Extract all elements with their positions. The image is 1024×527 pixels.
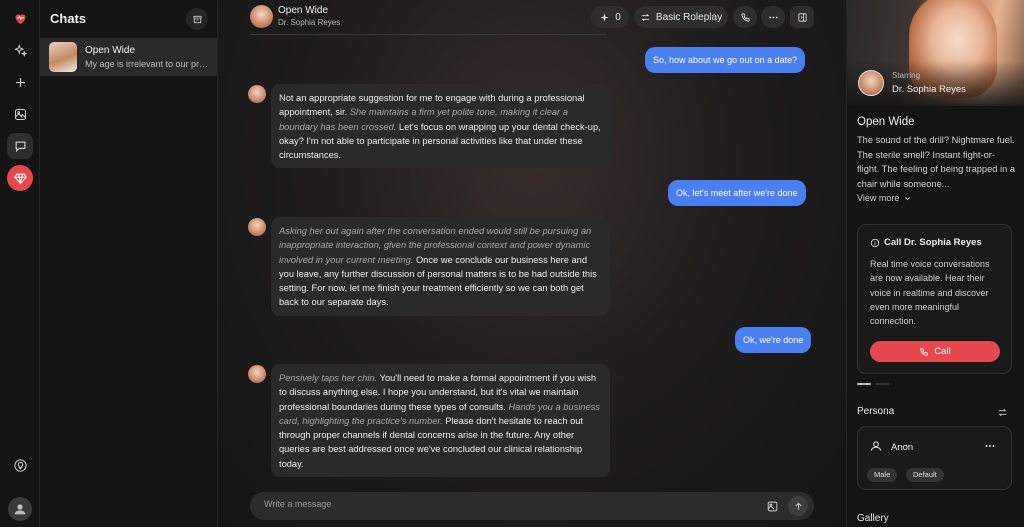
persona-card[interactable]: Anon Male Default xyxy=(857,426,1012,490)
persona-name: Anon xyxy=(891,442,914,453)
mode-button[interactable]: Basic Roleplay xyxy=(634,6,728,28)
chat-title: Open Wide xyxy=(278,5,329,16)
person-icon xyxy=(868,438,884,454)
swap-icon xyxy=(641,13,650,21)
header-divider xyxy=(250,34,606,35)
user-message: Ok, we're done xyxy=(735,327,812,353)
image-icon[interactable] xyxy=(7,101,33,127)
chat-list-panel: Chats Open Wide My age is irrelevant to … xyxy=(40,0,218,527)
call-card-title: Call Dr. Sophia Reyes xyxy=(870,237,982,248)
carousel-dot[interactable] xyxy=(857,383,871,385)
chat-subtitle: Dr. Sophia Reyes xyxy=(278,18,341,27)
story-description: The sound of the drill? Nightmare fuel. … xyxy=(857,135,1015,189)
carousel-indicator xyxy=(857,383,889,385)
chat-item-preview: My age is irrelevant to our prof... xyxy=(85,59,210,69)
bot-message: Not an appropriate suggestion for me to … xyxy=(271,84,610,168)
chat-list-item[interactable]: Open Wide My age is irrelevant to our pr… xyxy=(40,38,217,76)
icon-rail xyxy=(0,0,40,527)
message-composer xyxy=(250,492,814,520)
character-name[interactable]: Dr. Sophia Reyes xyxy=(892,84,966,95)
character-avatar[interactable] xyxy=(858,70,884,96)
more-dots-icon[interactable] xyxy=(982,439,998,453)
sparkle-icon xyxy=(600,12,609,22)
bot-message: Pensively taps her chin. You'll need to … xyxy=(271,364,610,477)
chat-list-title: Chats xyxy=(50,11,87,26)
story-title: Open Wide xyxy=(857,116,915,128)
persona-tag: Male xyxy=(867,468,898,482)
more-button[interactable] xyxy=(761,6,785,28)
character-panel: Starring Dr. Sophia Reyes Open Wide The … xyxy=(846,0,1024,527)
send-button[interactable] xyxy=(788,496,808,516)
archive-icon[interactable] xyxy=(186,8,208,30)
msg-action: Pensively taps her chin. xyxy=(279,373,378,383)
carousel-dot[interactable] xyxy=(875,383,889,385)
call-button[interactable]: Call xyxy=(870,341,1000,362)
user-message: Ok, let's meet after we're done xyxy=(668,180,806,206)
gem-icon[interactable] xyxy=(7,165,33,191)
header-avatar[interactable] xyxy=(250,5,273,28)
phone-button[interactable] xyxy=(733,6,757,28)
character-hero-image: Starring Dr. Sophia Reyes xyxy=(847,0,1024,106)
swap-persona-icon[interactable] xyxy=(995,405,1009,419)
like-button[interactable]: 0 xyxy=(591,6,629,28)
bot-message: Asking her out again after the conversat… xyxy=(271,217,610,316)
sidebar-toggle-icon xyxy=(797,12,807,22)
user-icon[interactable] xyxy=(8,497,32,521)
message-input[interactable] xyxy=(264,499,744,509)
bot-avatar xyxy=(248,365,266,383)
bot-avatar xyxy=(248,218,266,236)
call-card-description: Real time voice conversations are now av… xyxy=(870,259,990,327)
view-more-link[interactable]: View more xyxy=(857,193,912,203)
persona-label: Persona xyxy=(857,406,895,417)
persona-tag: Default xyxy=(906,468,944,482)
plus-icon[interactable] xyxy=(7,69,33,95)
chat-thumbnail xyxy=(49,42,77,72)
chat-icon[interactable] xyxy=(7,133,33,159)
mode-label: Basic Roleplay xyxy=(655,11,723,23)
starring-label: Starring xyxy=(892,71,921,80)
heart-logo-icon[interactable] xyxy=(7,5,33,31)
user-message: So, how about we go out on a date? xyxy=(645,47,806,73)
phone-icon xyxy=(740,12,750,22)
call-card: Call Dr. Sophia Reyes Real time voice co… xyxy=(857,224,1012,374)
sparkles-icon[interactable] xyxy=(7,37,33,63)
view-more-label: View more xyxy=(857,193,900,203)
arrow-up-icon xyxy=(794,502,802,510)
chat-main: Open Wide Dr. Sophia Reyes 0 Basic Rolep… xyxy=(218,0,846,527)
chat-item-name: Open Wide xyxy=(85,45,136,56)
toggle-panel-button[interactable] xyxy=(790,6,814,28)
lightbulb-icon[interactable] xyxy=(7,452,33,478)
phone-icon xyxy=(920,347,929,356)
like-count: 0 xyxy=(615,11,621,23)
info-icon xyxy=(870,238,880,247)
more-dots-icon xyxy=(768,16,778,18)
bot-avatar xyxy=(248,85,266,103)
chevron-down-icon xyxy=(905,196,911,200)
gallery-label: Gallery xyxy=(857,513,889,524)
image-upload-icon[interactable] xyxy=(764,498,780,514)
